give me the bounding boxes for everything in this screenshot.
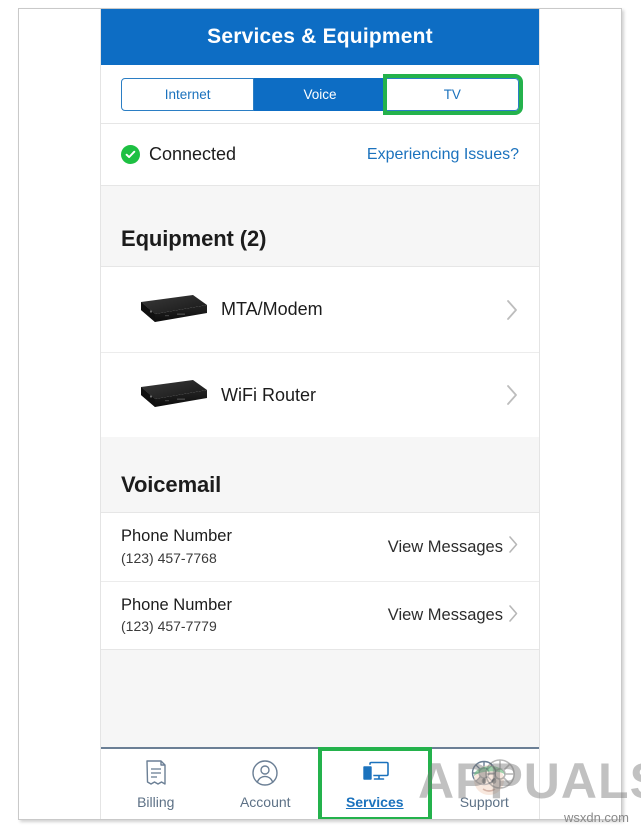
watermark-site: wsxdn.com [563, 810, 629, 825]
chevron-right-icon [506, 384, 519, 406]
equipment-label: MTA/Modem [221, 299, 323, 319]
chevron-right-icon [508, 535, 519, 559]
view-messages-label: View Messages [387, 537, 503, 556]
voicemail-label: Phone Number [121, 595, 232, 614]
nav-item-services[interactable]: Services [318, 747, 432, 819]
equipment-section-header: Equipment (2) [101, 186, 539, 267]
view-messages-button[interactable]: View Messages [388, 535, 519, 559]
equipment-row-wifi-router[interactable]: WiFi Router [101, 352, 539, 437]
voicemail-info: Phone Number (123) 457-7779 [121, 594, 388, 637]
tab-internet[interactable]: Internet [121, 78, 255, 111]
nav-item-account[interactable]: Account [211, 749, 321, 819]
phone-screen: Services & Equipment Internet Voice TV C… [100, 9, 540, 819]
nav-item-account-label: Account [239, 794, 291, 810]
connection-status-row: Connected Experiencing Issues? [101, 124, 539, 186]
modem-device-icon [121, 285, 211, 335]
page-title: Services & Equipment [207, 25, 433, 48]
tab-voice[interactable]: Voice [254, 78, 387, 111]
nav-item-support-label: Support [459, 794, 509, 810]
app-header: Services & Equipment [101, 9, 539, 65]
voicemail-section-header: Voicemail [101, 437, 539, 513]
tab-tv-label: TV [443, 87, 461, 102]
voicemail-row[interactable]: Phone Number (123) 457-7768 View Message… [101, 513, 539, 581]
invoice-icon [143, 758, 169, 788]
voicemail-number: (123) 457-7768 [121, 549, 217, 566]
service-tabbar: Internet Voice TV [121, 74, 523, 115]
experiencing-issues-link[interactable]: Experiencing Issues? [367, 146, 519, 164]
chevron-right-icon [506, 299, 519, 321]
voicemail-section-title: Voicemail [121, 472, 222, 497]
bottom-navigation: Billing Account Services Support [101, 747, 539, 819]
connection-status: Connected [121, 144, 367, 165]
page-frame: Services & Equipment Internet Voice TV C… [0, 0, 641, 829]
router-device-icon [121, 370, 211, 420]
equipment-row-mta-modem[interactable]: MTA/Modem [101, 267, 539, 352]
person-circle-icon [251, 758, 279, 788]
view-messages-button[interactable]: View Messages [388, 604, 519, 628]
tab-tv[interactable]: TV [382, 74, 523, 115]
nav-item-services-label: Services [345, 794, 404, 810]
voicemail-info: Phone Number (123) 457-7768 [121, 525, 388, 568]
lifebuoy-icon [470, 758, 498, 788]
nav-item-support[interactable]: Support [430, 749, 540, 819]
service-tabbar-container: Internet Voice TV [101, 65, 539, 124]
voicemail-label: Phone Number [121, 527, 232, 546]
check-circle-icon [121, 145, 140, 164]
tab-internet-label: Internet [164, 87, 211, 102]
equipment-section-title: Equipment (2) [121, 226, 267, 251]
voicemail-row[interactable]: Phone Number (123) 457-7779 View Message… [101, 581, 539, 649]
chevron-right-icon [508, 604, 519, 628]
devices-icon [359, 758, 391, 788]
nav-item-billing[interactable]: Billing [101, 749, 211, 819]
status-label: Connected [149, 144, 237, 164]
view-messages-label: View Messages [387, 606, 503, 624]
nav-item-billing-label: Billing [137, 794, 175, 810]
content-spacer [101, 649, 539, 747]
equipment-label: WiFi Router [221, 384, 317, 405]
tab-voice-label: Voice [303, 87, 337, 102]
voicemail-number: (123) 457-7779 [121, 618, 217, 635]
